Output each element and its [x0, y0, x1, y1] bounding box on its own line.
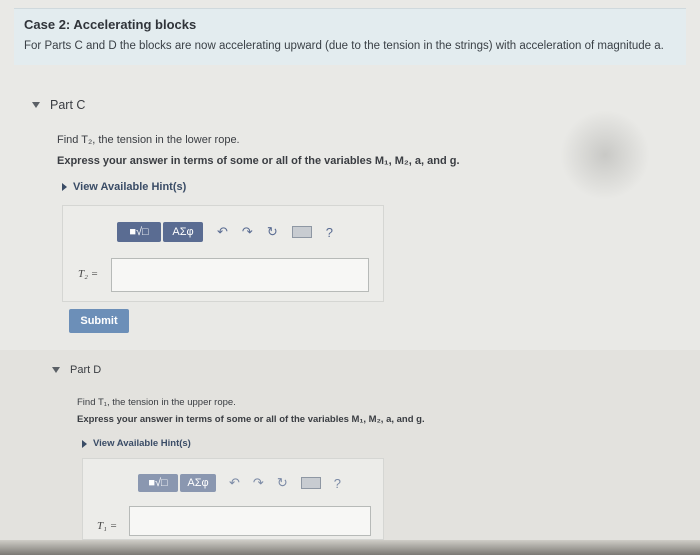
greek-symbols-button[interactable]: ΑΣφ — [180, 474, 216, 492]
bottom-edge — [0, 540, 700, 555]
help-icon[interactable]: ? — [326, 225, 333, 240]
part-c-submit-button[interactable]: Submit — [69, 309, 129, 333]
reset-icon[interactable]: ↻ — [267, 224, 278, 240]
part-c-hint-link[interactable]: View Available Hint(s) — [62, 181, 186, 193]
part-c-label: Part C — [50, 98, 86, 112]
part-d-label: Part D — [70, 364, 102, 376]
part-c-question: Find T₂, the tension in the lower rope. — [57, 134, 240, 146]
reset-icon[interactable]: ↻ — [277, 475, 288, 491]
templates-button[interactable]: ■√□ — [117, 222, 161, 242]
help-icon[interactable]: ? — [334, 476, 341, 491]
keyboard-icon[interactable] — [300, 477, 321, 489]
part-c-toolbar: ■√□ ΑΣφ ↶ ↷ ↻ ? — [117, 222, 333, 242]
triangle-right-icon — [82, 439, 87, 448]
part-c-answer-input[interactable] — [111, 258, 369, 292]
caret-down-icon — [32, 102, 40, 108]
undo-icon[interactable]: ↶ — [229, 475, 240, 491]
part-d-answer-input[interactable] — [129, 506, 371, 536]
undo-icon[interactable]: ↶ — [217, 224, 228, 240]
case-header: Case 2: Accelerating blocks For Parts C … — [14, 8, 686, 65]
part-c-header[interactable]: Part C — [32, 98, 85, 112]
keyboard-icon[interactable] — [291, 226, 312, 238]
case-description: For Parts C and D the blocks are now acc… — [24, 40, 664, 52]
redo-icon[interactable]: ↷ — [253, 475, 264, 491]
part-d-header[interactable]: Part D — [52, 364, 101, 376]
part-d-instructions: Express your answer in terms of some or … — [77, 414, 425, 425]
part-d-hint-link[interactable]: View Available Hint(s) — [82, 438, 191, 449]
part-c-instructions: Express your answer in terms of some or … — [57, 155, 460, 167]
part-d-variable-label: T₁ = — [97, 520, 118, 532]
greek-symbols-button[interactable]: ΑΣφ — [163, 222, 203, 242]
glare — [560, 110, 650, 200]
triangle-right-icon — [62, 183, 67, 191]
caret-down-icon — [52, 367, 60, 373]
templates-button[interactable]: ■√□ — [138, 474, 178, 492]
case-title: Case 2: Accelerating blocks — [24, 17, 197, 32]
redo-icon[interactable]: ↷ — [242, 224, 253, 240]
part-d-question: Find T₁, the tension in the upper rope. — [77, 397, 236, 408]
part-d-toolbar: ■√□ ΑΣφ ↶ ↷ ↻ ? — [138, 474, 341, 492]
part-c-variable-label: T₂ = — [78, 268, 99, 280]
